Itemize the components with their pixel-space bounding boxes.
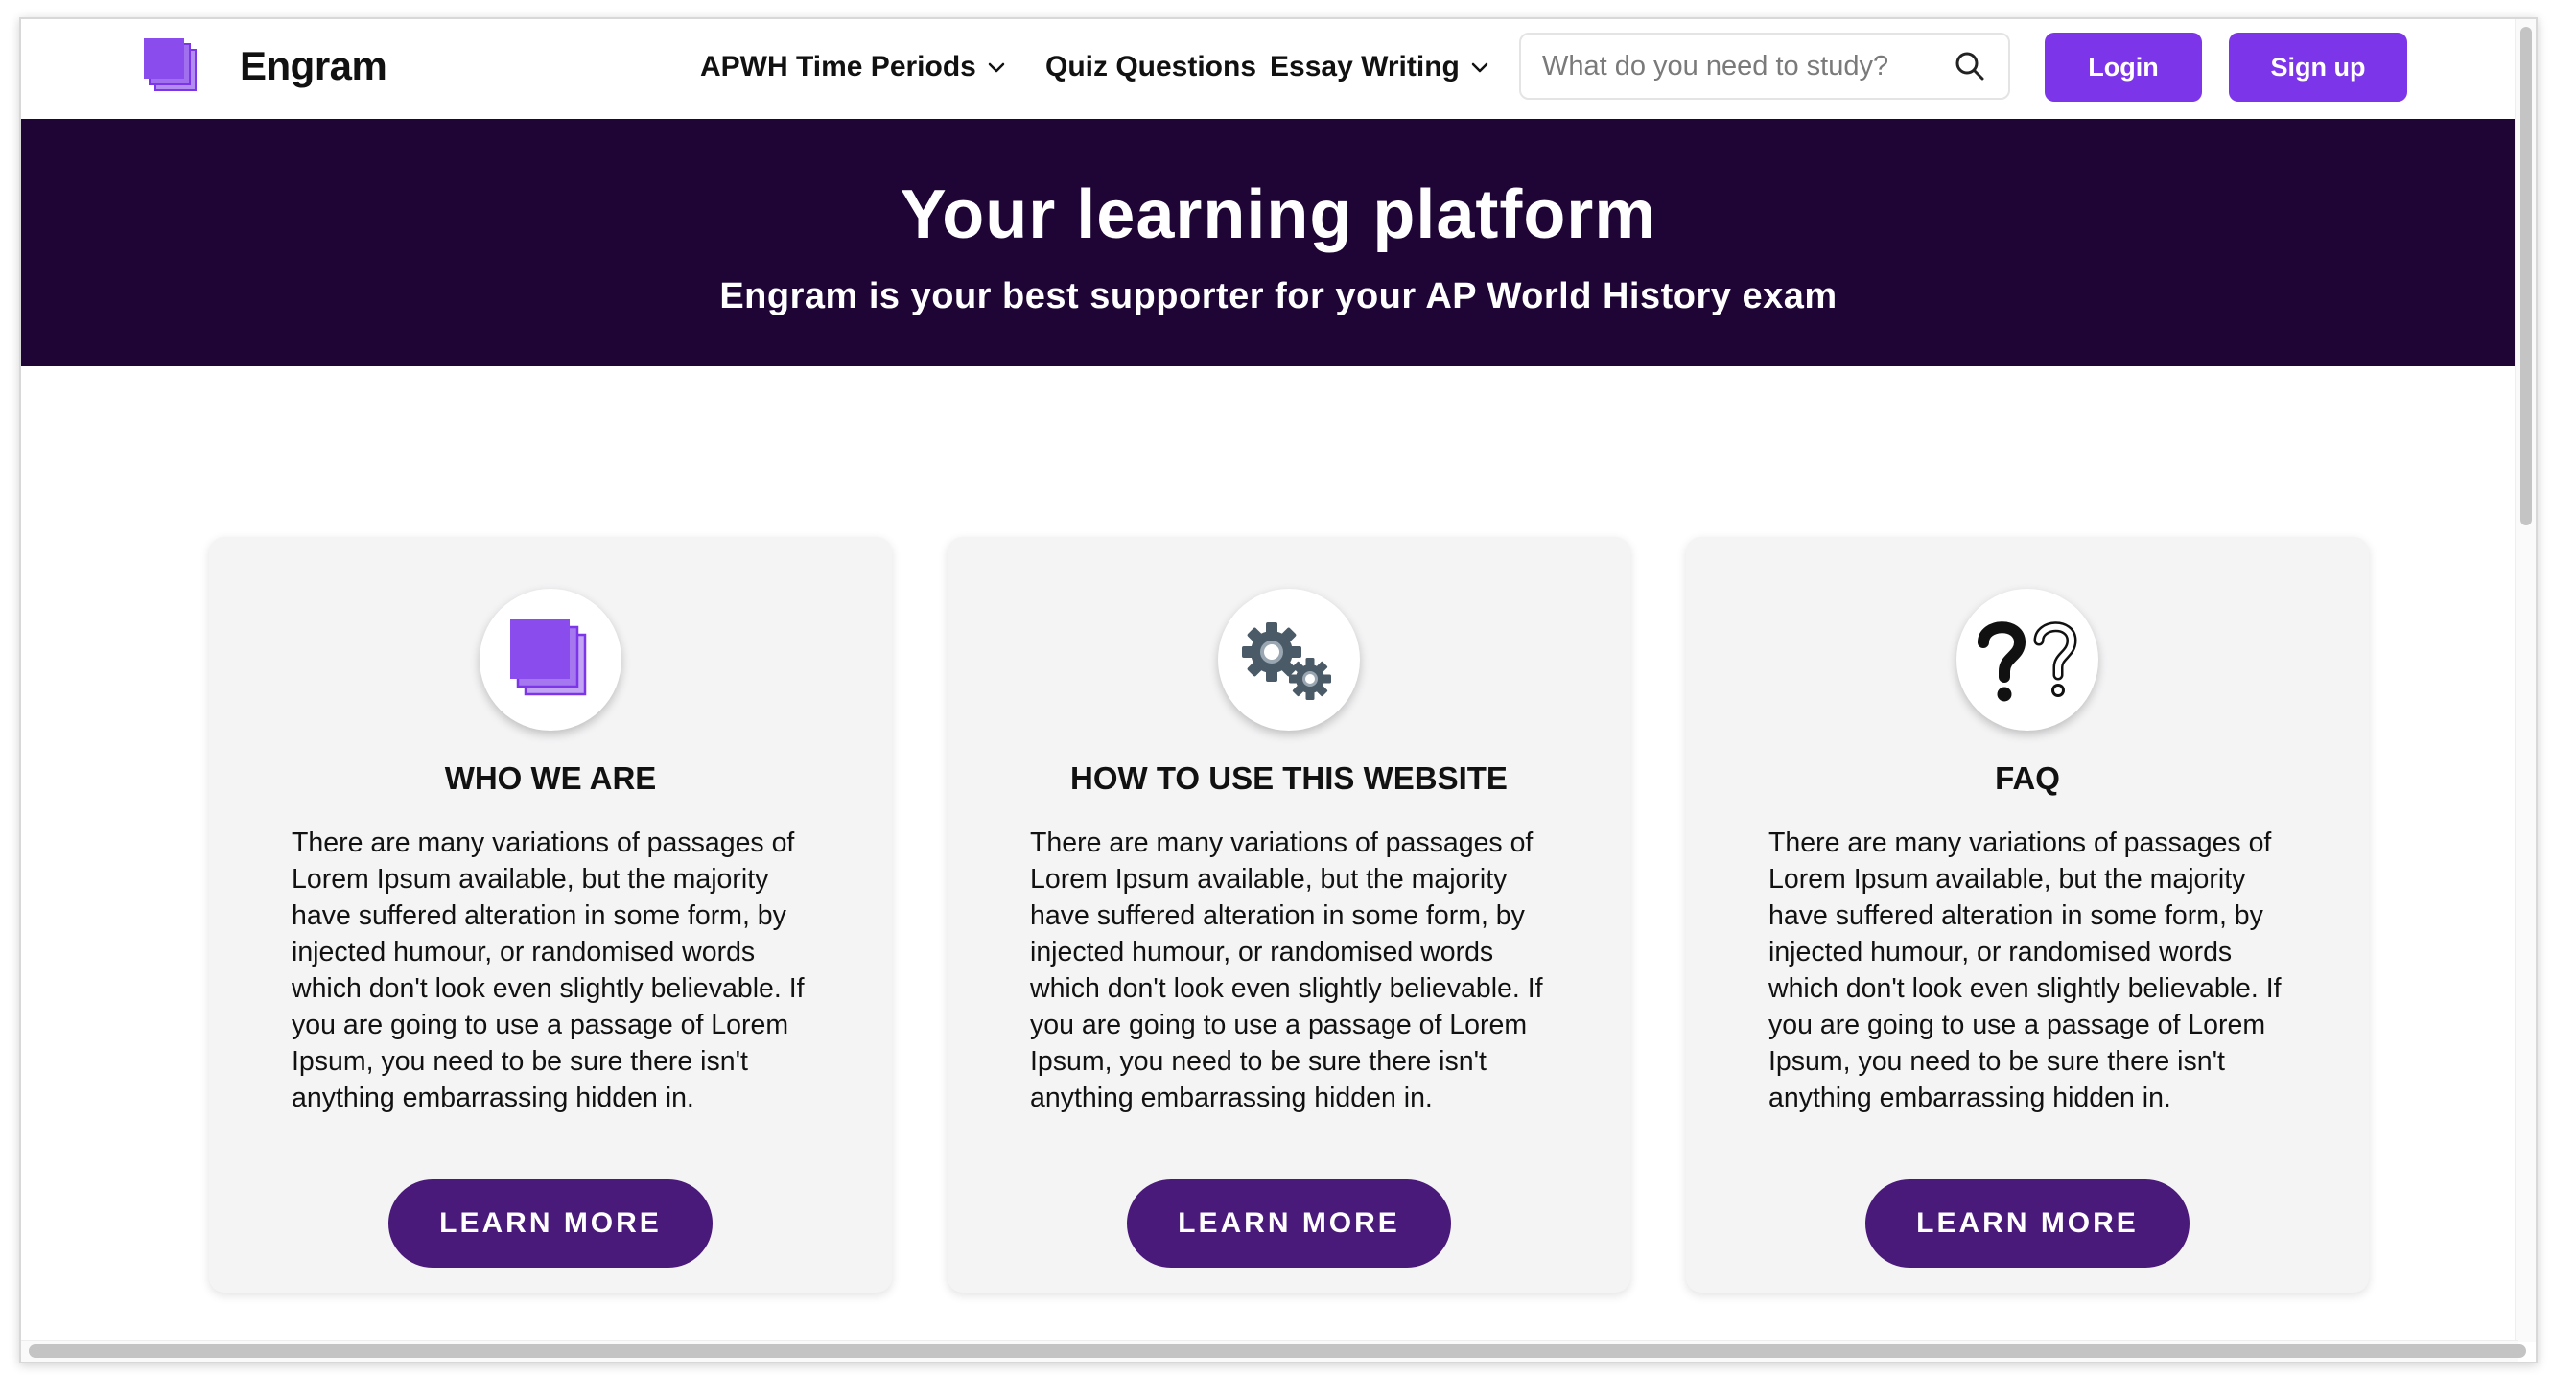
chevron-down-icon — [1471, 62, 1488, 73]
nav-quiz-questions[interactable]: Quiz Questions — [1045, 48, 1256, 86]
horizontal-scrollbar[interactable] — [21, 1340, 2526, 1362]
search-input[interactable] — [1542, 50, 1953, 82]
card-icon-circle — [480, 589, 621, 731]
engram-logo-icon[interactable] — [144, 38, 201, 96]
question-marks-icon — [1978, 621, 2077, 702]
card-title: FAQ — [1995, 760, 2060, 796]
learn-more-button[interactable]: LEARN MORE — [388, 1179, 713, 1268]
vertical-scrollbar[interactable] — [2515, 19, 2536, 1342]
card-title: HOW TO USE THIS WEBSITE — [1070, 760, 1508, 796]
login-button[interactable]: Login — [2045, 33, 2202, 102]
browser-window: Engram APWH Time Periods Quiz Questions … — [19, 17, 2538, 1363]
nav-apwh-time-periods[interactable]: APWH Time Periods — [700, 48, 1007, 86]
card-text: There are many variations of passages of… — [1768, 827, 2282, 1113]
search-icon[interactable] — [1953, 49, 1987, 83]
card-icon-circle — [1956, 589, 2098, 731]
card-how-to-use: HOW TO USE THIS WEBSITE There are many v… — [948, 537, 1630, 1293]
signup-button[interactable]: Sign up — [2229, 33, 2407, 102]
card-text: There are many variations of passages of… — [1030, 827, 1543, 1113]
search-box — [1519, 33, 2010, 100]
card-faq: FAQ There are many variations of passage… — [1686, 537, 2369, 1293]
card-text: There are many variations of passages of… — [292, 827, 805, 1113]
card-icon-circle — [1218, 589, 1360, 731]
chevron-down-icon — [988, 62, 1005, 73]
card-who-we-are: WHO WE ARE There are many variations of … — [209, 537, 892, 1293]
hero-title: Your learning platform — [900, 176, 1657, 253]
hero-subtitle: Engram is your best supporter for your A… — [719, 276, 1838, 316]
brand-name[interactable]: Engram — [240, 42, 387, 90]
horizontal-scrollbar-thumb[interactable] — [29, 1344, 2526, 1358]
nav-apwh-label: APWH Time Periods — [700, 51, 976, 82]
nav-essay-writing[interactable]: Essay Writing — [1270, 48, 1490, 86]
layers-icon — [510, 619, 587, 696]
learn-more-button[interactable]: LEARN MORE — [1865, 1179, 2190, 1268]
hero-banner: Your learning platform Engram is your be… — [21, 119, 2536, 366]
top-navbar: Engram APWH Time Periods Quiz Questions … — [21, 19, 2536, 119]
vertical-scrollbar-thumb[interactable] — [2520, 27, 2532, 525]
gears-icon — [1242, 622, 1331, 700]
card-title: WHO WE ARE — [444, 760, 657, 796]
nav-essay-label: Essay Writing — [1270, 51, 1460, 82]
learn-more-button[interactable]: LEARN MORE — [1127, 1179, 1451, 1268]
nav-quiz-label: Quiz Questions — [1045, 51, 1257, 82]
